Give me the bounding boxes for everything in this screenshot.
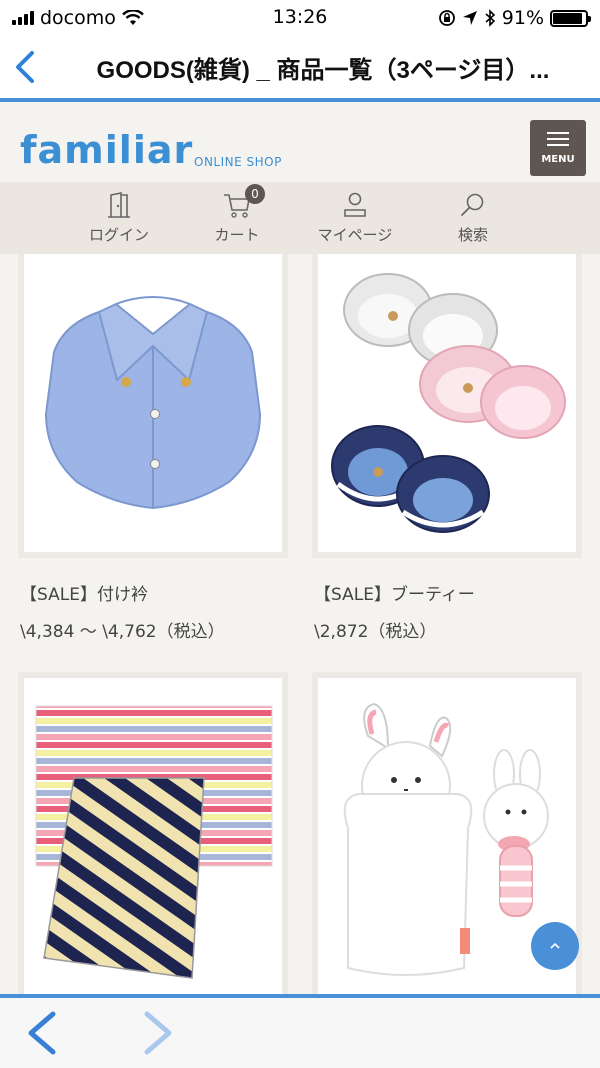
nav-item-cart[interactable]: 0 カート — [178, 182, 296, 254]
page-title: GOODS(雑貨) _ 商品一覧（3ページ目）... — [96, 56, 550, 84]
nav-item-label: ログイン — [88, 225, 149, 244]
product-price: \4,384 〜 \4,762（税込） — [20, 622, 225, 642]
product-image[interactable] — [312, 254, 582, 558]
login-door-icon — [108, 191, 130, 218]
nav-item-search[interactable]: 検索 — [414, 182, 532, 254]
product-name[interactable]: 【SALE】ブーティー — [312, 580, 582, 605]
site-logo-subtitle: ONLINE SHOP — [194, 155, 282, 169]
striped-blanket-image — [35, 705, 273, 979]
product-image[interactable] — [18, 254, 288, 558]
nav-item-label: 検索 — [457, 225, 488, 244]
hamburger-icon — [547, 131, 569, 134]
baby-booties-image — [331, 273, 566, 533]
product-card[interactable]: 【SALE】付け衿 \4,384 〜 \4,762（税込） — [18, 254, 288, 642]
product-name[interactable]: 【SALE】付け衿 — [18, 580, 288, 605]
product-card[interactable] — [18, 672, 288, 994]
back-button[interactable] — [0, 34, 50, 100]
search-icon — [461, 193, 484, 216]
shirt-collar-image — [44, 296, 262, 510]
site-logo[interactable]: familiar — [20, 128, 193, 172]
hamburger-line — [547, 137, 569, 140]
chevron-up-icon — [550, 942, 560, 949]
browser-toolbar — [0, 994, 600, 1068]
arrow-back-icon — [28, 1011, 56, 1055]
nav-item-mypage[interactable]: マイページ — [296, 182, 414, 254]
menu-button[interactable]: MENU — [530, 120, 586, 176]
site-header: familiar ONLINE SHOP MENU — [0, 106, 600, 182]
chevron-left-icon — [16, 51, 34, 83]
hamburger-line — [547, 143, 569, 146]
product-card[interactable]: 【SALE】ブーティー \2,872（税込） — [312, 254, 582, 642]
status-time: 13:26 — [272, 6, 328, 28]
status-bar: docomo 13:26 91% — [0, 0, 600, 36]
arrow-forward-icon — [144, 1011, 172, 1055]
user-icon — [344, 192, 366, 217]
battery-fill — [553, 12, 583, 24]
browser-forward-button[interactable] — [128, 1003, 188, 1063]
browser-nav-bar: GOODS(雑貨) _ 商品一覧（3ページ目）... — [0, 36, 600, 102]
battery-icon — [550, 9, 591, 27]
product-image[interactable] — [18, 672, 288, 994]
nav-item-label: マイページ — [317, 225, 393, 244]
browser-back-button[interactable] — [12, 1003, 72, 1063]
menu-label: MENU — [541, 153, 575, 165]
nav-item-login[interactable]: ログイン — [60, 182, 178, 254]
icon-nav: ログイン 0 カート マイページ 検索 — [0, 182, 600, 254]
product-price: \2,872（税込） — [314, 622, 437, 642]
nav-item-label: カート — [214, 225, 260, 244]
scroll-to-top-button[interactable] — [531, 922, 579, 970]
cart-count-badge: 0 — [245, 183, 265, 204]
product-grid: 【SALE】付け衿 \4,384 〜 \4,762（税込） 【SALE】ブーティ… — [18, 254, 582, 994]
